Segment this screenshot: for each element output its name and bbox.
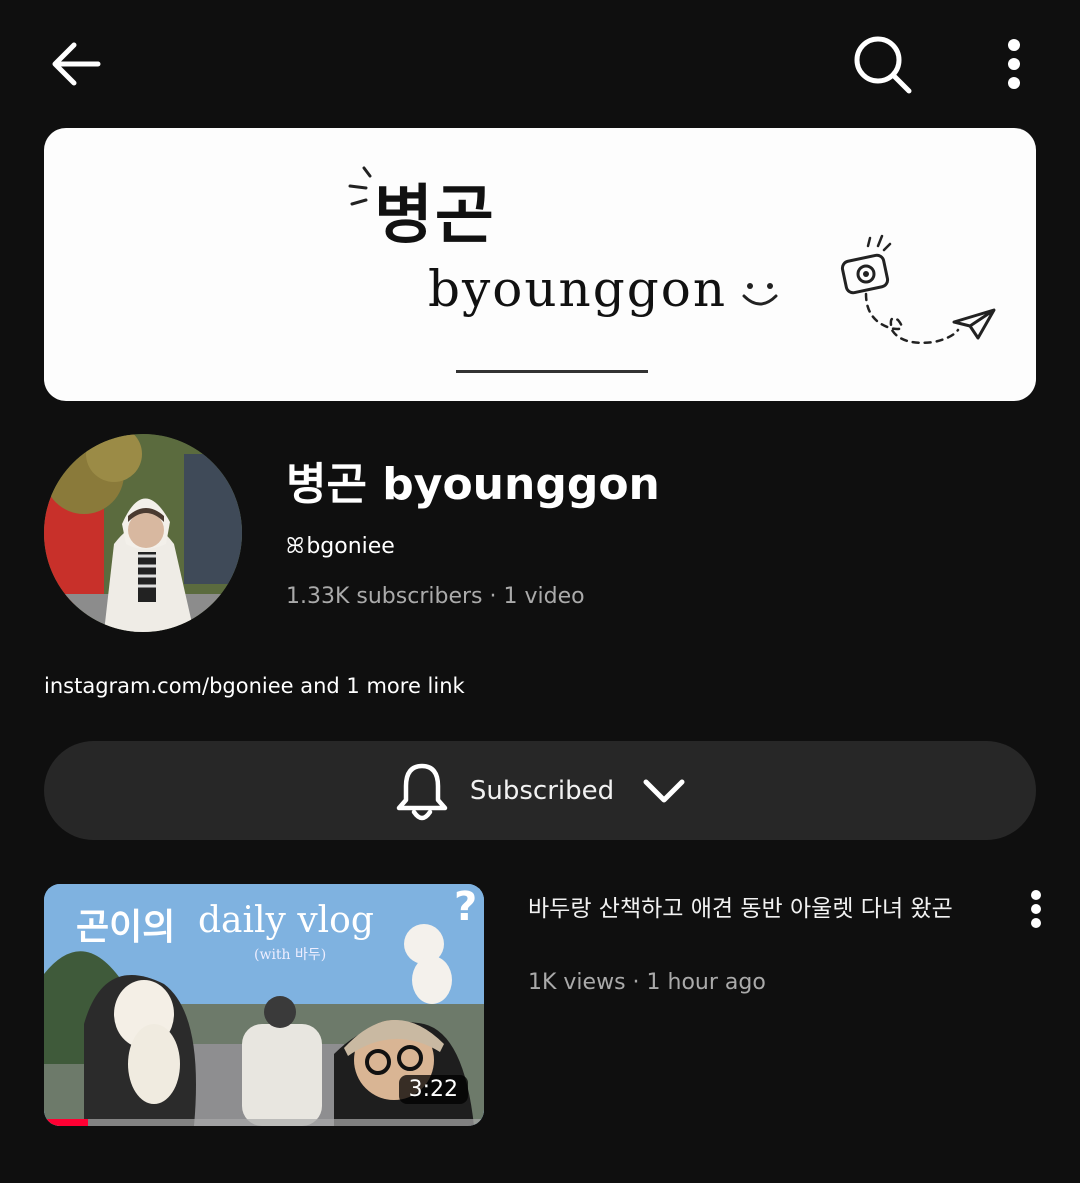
smile-icon <box>742 283 778 306</box>
video-more-options-button[interactable] <box>1012 884 1060 934</box>
watch-progress-fill <box>44 1119 88 1126</box>
top-app-bar <box>0 0 1080 124</box>
channel-handle-row: ꕤ bgoniee <box>286 530 395 562</box>
banner-korean-text: 병곤 <box>374 178 496 253</box>
more-vert-icon <box>1008 39 1020 89</box>
search-icon <box>854 36 912 94</box>
handle-decoration: ꕤ <box>286 533 305 559</box>
link-url[interactable]: instagram.com/bgoniee <box>44 674 294 698</box>
thumbnail-question-mark: ? <box>454 884 478 930</box>
channel-stats: 1.33K subscribers · 1 video <box>286 584 585 609</box>
channel-name: 병곤 byounggon <box>286 459 660 510</box>
thumbnail-title-korean: 곤이의 <box>76 907 176 948</box>
bell-icon <box>396 763 448 820</box>
video-meta: 1K views · 1 hour ago <box>528 970 766 995</box>
banner-english-text: byounggon <box>428 260 728 318</box>
channel-links[interactable]: instagram.com/bgoniee and 1 more link <box>44 674 465 698</box>
channel-banner: 병곤 byounggon <box>44 128 1036 401</box>
subscribed-button[interactable]: Subscribed <box>44 741 1036 840</box>
more-vert-icon <box>1031 890 1041 928</box>
video-title[interactable]: 바두랑 산책하고 애견 동반 아울렛 다녀 왔곤 <box>528 890 1008 928</box>
more-links-text[interactable]: and 1 more link <box>294 674 464 698</box>
avatar-photo <box>44 434 242 632</box>
video-duration: 3:22 <box>398 1075 468 1104</box>
more-options-button[interactable] <box>978 28 1050 100</box>
back-button[interactable] <box>40 28 112 100</box>
channel-handle: bgoniee <box>306 533 395 559</box>
search-button[interactable] <box>846 28 918 100</box>
channel-avatar[interactable] <box>44 434 242 632</box>
camera-plane-doodle-icon <box>840 234 996 344</box>
watch-progress-track <box>44 1119 484 1126</box>
thumbnail-subtitle: (with 바두) <box>254 947 327 963</box>
thumbnail-title-english: daily vlog <box>198 900 374 941</box>
banner-underline <box>456 370 648 373</box>
video-thumbnail[interactable]: 곤이의 daily vlog (with 바두) ? 3:22 <box>44 884 484 1126</box>
subscribed-label: Subscribed <box>469 775 615 806</box>
back-arrow-icon <box>52 42 101 86</box>
chevron-down-icon <box>643 779 685 802</box>
